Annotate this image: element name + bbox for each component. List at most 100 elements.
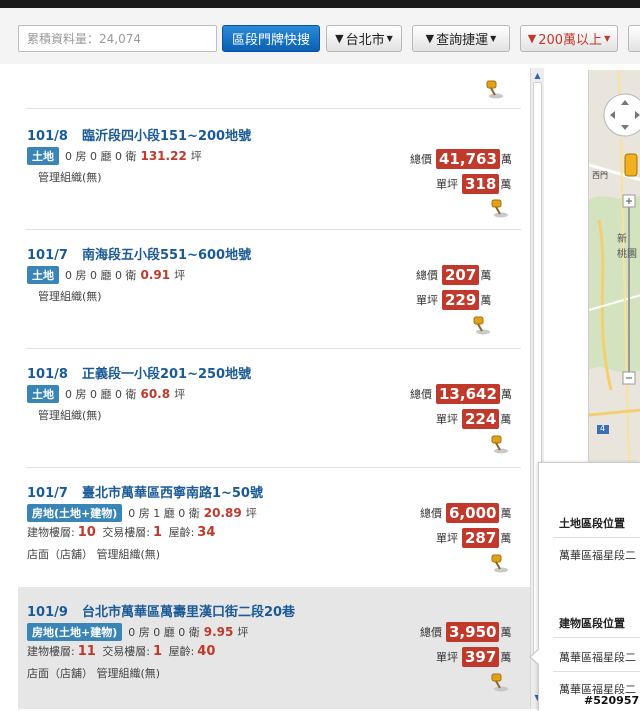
age-label: 屋齡: bbox=[168, 526, 195, 539]
location-pin-icon[interactable] bbox=[470, 314, 492, 336]
area-unit: 坪 bbox=[174, 269, 186, 282]
floor-info: 建物樓層: 10 交易樓層: 1 屋齡: 34 bbox=[27, 524, 218, 540]
land-location-heading: 土地區段位置 bbox=[559, 517, 625, 530]
listing-date: 101/7 bbox=[27, 486, 68, 501]
management-info: 管理組織(無) bbox=[38, 409, 102, 422]
area-unit: 坪 bbox=[174, 388, 186, 401]
listing-date: 101/9 bbox=[27, 605, 68, 620]
list-item[interactable]: 101/8 正義段一小段201~250地號 土地 0 房 0 廳 0 衛 60.8… bbox=[18, 349, 530, 467]
total-unit: 萬 bbox=[480, 269, 492, 282]
management-info: 店面（店舖） 管理組織(無) bbox=[27, 548, 161, 561]
trade-floor-value: 1 bbox=[153, 644, 163, 659]
list-item[interactable]: 101/7 南海段五小段551~600地號 土地 0 房 0 廳 0 衛 0.91… bbox=[18, 230, 530, 348]
area-value: 0.91 bbox=[140, 268, 171, 282]
listing-address: 南海段五小段551~600地號 bbox=[81, 248, 252, 263]
map-label: 新 bbox=[617, 234, 627, 245]
building-location-heading: 建物區段位置 bbox=[559, 617, 625, 630]
listing-date: 101/8 bbox=[27, 129, 68, 144]
filter-icon: ▼ bbox=[527, 32, 537, 45]
total-price-value: 207 bbox=[442, 265, 480, 285]
price-filter-dropdown[interactable]: ▼ 200萬以上 ▼ bbox=[520, 25, 618, 52]
mrt-filter-dropdown[interactable]: ▼ 查詢捷運 ▼ bbox=[412, 25, 510, 52]
map-label: 西門 bbox=[592, 171, 608, 180]
listing-summary: 房地(土地+建物) 0 房 1 廳 0 衛 20.89 坪 bbox=[27, 504, 257, 522]
list-item-selected[interactable]: 101/9 台北市萬華區萬壽里漢口街二段20巷 房地(土地+建物) 0 房 0 廳… bbox=[18, 587, 530, 709]
panel-separator bbox=[553, 637, 640, 638]
area-unit: 坪 bbox=[190, 150, 202, 163]
age-value: 40 bbox=[197, 644, 216, 659]
more-filter-button[interactable] bbox=[628, 25, 640, 52]
type-badge: 土地 bbox=[27, 147, 59, 165]
area-value: 60.8 bbox=[140, 387, 171, 401]
total-unit: 萬 bbox=[500, 388, 512, 401]
unit-unit: 萬 bbox=[500, 178, 512, 191]
chevron-down-icon: ▼ bbox=[490, 34, 497, 43]
room-layout: 0 房 0 廳 0 衛 bbox=[65, 388, 137, 401]
filter-icon: ▼ bbox=[425, 32, 435, 45]
list-item[interactable]: 101/7 臺北市萬華區西寧南路1~50號 房地(土地+建物) 0 房 1 廳 0… bbox=[18, 468, 530, 586]
toolbar: 區段門牌快搜 ▼ 台北市 ▼ ▼ 查詢捷運 ▼ ▼ 200萬以上 ▼ bbox=[0, 8, 640, 64]
trade-floor-label: 交易樓層: bbox=[102, 526, 151, 539]
listing-title[interactable]: 101/8 正義段一小段201~250地號 bbox=[27, 363, 251, 382]
listing-summary: 土地 0 房 0 廳 0 衛 131.22 坪 bbox=[27, 147, 202, 165]
unit-unit: 萬 bbox=[480, 294, 492, 307]
road-number-label: 4 bbox=[600, 424, 606, 433]
unit-unit: 萬 bbox=[500, 413, 512, 426]
room-layout: 0 房 1 廳 0 衛 bbox=[128, 507, 200, 520]
listing-title[interactable]: 101/8 臨沂段四小段151~200地號 bbox=[27, 125, 251, 144]
top-strip bbox=[0, 0, 640, 8]
listing-address: 台北市萬華區萬壽里漢口街二段20巷 bbox=[81, 605, 296, 620]
listing-address: 臺北市萬華區西寧南路1~50號 bbox=[81, 486, 263, 501]
total-label: 總價 bbox=[420, 626, 442, 639]
total-price: 總價 207 萬 bbox=[416, 265, 491, 285]
unit-unit: 萬 bbox=[500, 532, 512, 545]
unit-label: 單坪 bbox=[436, 532, 458, 545]
location-pin-icon[interactable] bbox=[488, 552, 510, 574]
total-price-value: 6,000 bbox=[446, 503, 500, 523]
chevron-down-icon: ▼ bbox=[386, 34, 393, 43]
location-info-panel: 土地區段位置 萬華區福星段二 建物區段位置 萬華區福星段二 萬華區福星段二 bbox=[529, 462, 640, 711]
listing-title[interactable]: 101/7 臺北市萬華區西寧南路1~50號 bbox=[27, 482, 263, 501]
city-filter-label: 台北市 bbox=[345, 33, 385, 48]
listing-summary: 土地 0 房 0 廳 0 衛 60.8 坪 bbox=[27, 385, 185, 403]
unit-price: 單坪 287 萬 bbox=[436, 528, 511, 548]
listing-title[interactable]: 101/9 台北市萬華區萬壽里漢口街二段20巷 bbox=[27, 601, 295, 620]
land-location-value: 萬華區福星段二 bbox=[559, 549, 636, 562]
room-layout: 0 房 0 廳 0 衛 bbox=[128, 626, 200, 639]
unit-price-value: 318 bbox=[462, 174, 500, 194]
listing-summary: 房地(土地+建物) 0 房 0 廳 0 衛 9.95 坪 bbox=[27, 623, 248, 641]
unit-price: 單坪 318 萬 bbox=[436, 174, 511, 194]
scroll-up-arrow-icon[interactable]: ▲ bbox=[531, 68, 544, 82]
area-value: 20.89 bbox=[203, 506, 242, 520]
watermark: #520957 bbox=[582, 694, 640, 707]
listing-title[interactable]: 101/7 南海段五小段551~600地號 bbox=[27, 244, 251, 263]
listing-list: 101/8 臨沂段四小段151~200地號 土地 0 房 0 廳 0 衛 131.… bbox=[18, 64, 530, 709]
total-price: 總價 13,642 萬 bbox=[410, 384, 512, 404]
search-input[interactable] bbox=[19, 26, 216, 51]
listing-address: 臨沂段四小段151~200地號 bbox=[81, 129, 252, 144]
listing-date: 101/7 bbox=[27, 248, 68, 263]
location-pin-icon[interactable] bbox=[483, 78, 505, 100]
trade-floor-value: 1 bbox=[153, 525, 163, 540]
section-search-button[interactable]: 區段門牌快搜 bbox=[222, 25, 320, 52]
unit-price-value: 397 bbox=[462, 647, 500, 667]
unit-label: 單坪 bbox=[436, 178, 458, 191]
filter-icon: ▼ bbox=[335, 32, 344, 45]
panel-separator bbox=[553, 537, 640, 538]
floor-info: 建物樓層: 11 交易樓層: 1 屋齡: 40 bbox=[27, 643, 218, 659]
total-price-value: 41,763 bbox=[436, 149, 500, 169]
unit-price: 單坪 224 萬 bbox=[436, 409, 511, 429]
total-price-value: 13,642 bbox=[436, 384, 500, 404]
location-pin-icon[interactable] bbox=[488, 433, 510, 455]
map-view[interactable]: 西門 新 桃園 4 bbox=[588, 70, 640, 465]
location-pin-icon[interactable] bbox=[488, 671, 510, 693]
price-filter-label: 200萬以上 bbox=[538, 33, 603, 48]
room-layout: 0 房 0 廳 0 衛 bbox=[65, 150, 137, 163]
search-box[interactable] bbox=[18, 25, 217, 52]
unit-label: 單坪 bbox=[416, 294, 438, 307]
list-item[interactable]: 101/8 臨沂段四小段151~200地號 土地 0 房 0 廳 0 衛 131.… bbox=[18, 109, 530, 229]
listing-address: 正義段一小段201~250地號 bbox=[81, 367, 252, 382]
room-layout: 0 房 0 廳 0 衛 bbox=[65, 269, 137, 282]
location-pin-icon[interactable] bbox=[488, 197, 510, 219]
city-filter-dropdown[interactable]: ▼ 台北市 ▼ bbox=[326, 25, 402, 52]
